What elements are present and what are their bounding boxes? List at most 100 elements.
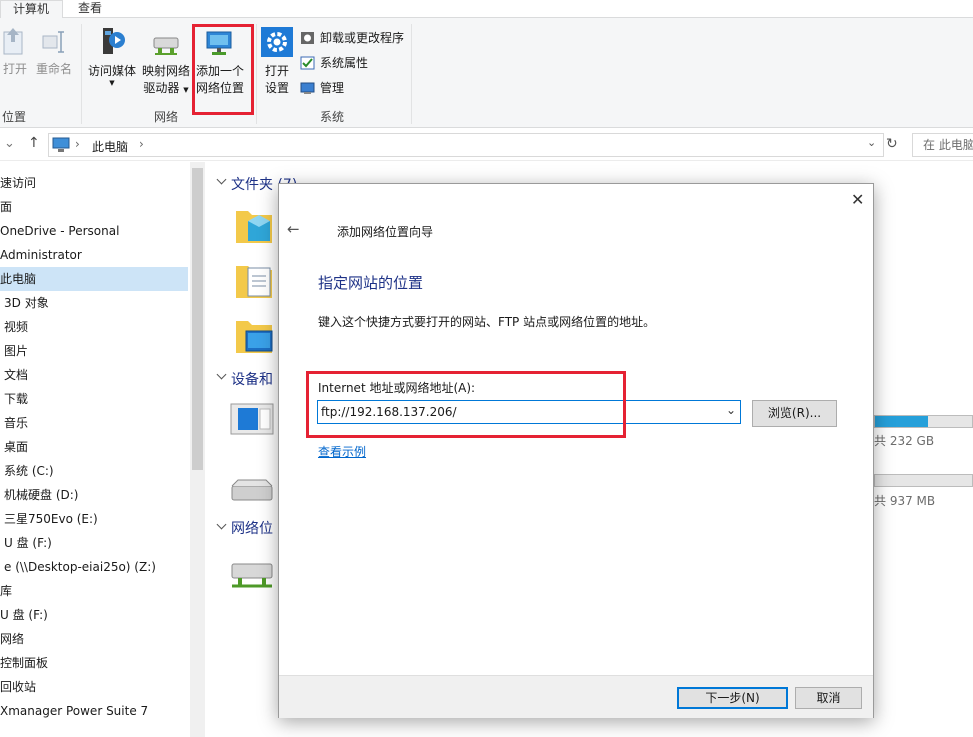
section-devices[interactable]: 设备和 (231, 369, 273, 389)
drive-usage-bar (874, 415, 973, 428)
nav-item[interactable]: 控制面板 (0, 651, 48, 675)
rename-icon (42, 31, 64, 53)
ribbon-tabs: 计算机 查看 (0, 0, 973, 19)
breadcrumb-this-pc[interactable]: 此电脑 (92, 138, 128, 155)
nav-item[interactable]: U 盘 (F:) (0, 531, 52, 555)
network-location-icon[interactable] (228, 556, 276, 596)
access-media-button[interactable]: 访问媒体 ▼ (86, 26, 138, 87)
drive-usage-bar-2 (874, 474, 973, 487)
open-button[interactable]: 打开 (0, 26, 30, 78)
tab-computer[interactable]: 计算机 (0, 0, 63, 19)
address-dropdown-icon[interactable]: ⌄ (867, 136, 876, 149)
media-icon (103, 28, 125, 54)
chevron-right-icon[interactable]: › (139, 137, 144, 151)
nav-item[interactable]: 3D 对象 (0, 291, 49, 315)
map-drive-label-2-row: 驱动器 ▼ (140, 80, 192, 99)
open-icon (3, 28, 23, 55)
separator (81, 24, 82, 124)
nav-item[interactable]: 机械硬盘 (D:) (0, 483, 78, 507)
nav-item[interactable]: 网络 (0, 627, 24, 651)
search-input[interactable]: 在 此电脑 (912, 133, 973, 157)
map-drive-label-2: 驱动器 (143, 81, 180, 95)
highlight-box (192, 24, 254, 115)
nav-item[interactable]: 回收站 (0, 675, 36, 699)
dropdown-arrow-icon: ▼ (109, 79, 115, 87)
nav-item[interactable]: 此电脑 (0, 267, 188, 291)
drive-c-icon[interactable] (230, 403, 274, 437)
nav-item[interactable]: U 盘 (F:) (0, 603, 48, 627)
network-drive-icon (153, 37, 179, 55)
collapse-chevron-icon[interactable] (216, 369, 227, 380)
chevron-down-icon[interactable]: ⌄ (4, 136, 15, 151)
folder-document-icon[interactable] (234, 258, 274, 300)
programs-icon (301, 32, 314, 44)
back-arrow-icon[interactable]: ← (287, 220, 300, 238)
up-arrow-icon[interactable]: ↑ (28, 135, 40, 151)
properties-icon (300, 56, 315, 70)
next-button[interactable]: 下一步(N) (677, 687, 788, 709)
map-drive-label-1: 映射网络 (141, 64, 190, 78)
tab-view[interactable]: 查看 (66, 0, 114, 19)
collapse-chevron-icon[interactable] (216, 519, 227, 530)
nav-item[interactable]: 文档 (0, 363, 28, 387)
nav-item[interactable]: 视频 (0, 315, 28, 339)
highlight-box (306, 371, 626, 438)
wizard-description: 键入这个快捷方式要打开的网站、FTP 站点或网络位置的地址。 (318, 315, 656, 329)
drive-d-icon[interactable] (230, 478, 274, 504)
nav-item[interactable]: 三星750Evo (E:) (0, 507, 98, 531)
drive-usage-fill (875, 416, 929, 427)
manage-button[interactable]: 管理 (300, 78, 344, 98)
map-drive-button[interactable]: 映射网络 驱动器 ▼ (140, 26, 192, 99)
nav-item[interactable]: 下载 (0, 387, 28, 411)
wizard-title: 添加网络位置向导 (337, 225, 434, 239)
nav-item[interactable]: 图片 (0, 339, 28, 363)
rename-label: 重命名 (35, 62, 72, 76)
group-label-system: 系统 (320, 110, 345, 124)
wizard-footer: 下一步(N) 取消 (279, 675, 873, 718)
group-label-location: 位置 (2, 110, 27, 124)
wizard-heading: 指定网站的位置 (318, 274, 424, 292)
address-field[interactable]: › 此电脑 › ⌄ (48, 133, 884, 157)
nav-item[interactable]: Xmanager Power Suite 7 (0, 699, 148, 723)
system-properties-button[interactable]: 系统属性 (300, 53, 368, 73)
uninstall-programs-button[interactable]: 卸载或更改程序 (300, 28, 404, 48)
view-examples-link[interactable]: 查看示例 (318, 443, 366, 460)
ribbon: 打开 重命名 位置 访问媒体 ▼ 映射网络 驱动器 ▼ 添加一个 网络位置 网络… (0, 18, 973, 128)
nav-item[interactable]: 桌面 (0, 435, 28, 459)
cancel-button[interactable]: 取消 (795, 687, 862, 709)
chevron-down-icon[interactable]: ⌄ (726, 403, 736, 417)
nav-item[interactable]: 面 (0, 195, 12, 219)
properties-label: 系统属性 (320, 56, 369, 70)
nav-item[interactable]: OneDrive - Personal (0, 219, 119, 243)
manage-icon (300, 82, 315, 94)
nav-item[interactable]: 库 (0, 579, 12, 603)
group-label-network: 网络 (154, 110, 179, 124)
nav-scrollbar-thumb[interactable] (192, 168, 203, 470)
refresh-icon[interactable]: ↻ (886, 136, 898, 152)
folder-desktop-icon[interactable] (234, 313, 274, 357)
nav-item[interactable]: e (\\Desktop-eiai25o) (Z:) (0, 555, 156, 579)
folder-3d-icon[interactable] (234, 203, 274, 245)
access-media-label: 访问媒体 (87, 64, 136, 78)
nav-item[interactable]: 速访问 (0, 171, 36, 195)
dropdown-arrow-icon: ▼ (183, 86, 189, 94)
section-network-locations[interactable]: 网络位 (231, 518, 273, 538)
collapse-chevron-icon[interactable] (216, 174, 227, 185)
chevron-right-icon[interactable]: › (75, 137, 80, 151)
add-network-location-wizard: ✕ ← 添加网络位置向导 指定网站的位置 键入这个快捷方式要打开的网站、FTP … (278, 183, 874, 718)
close-icon[interactable]: ✕ (851, 190, 864, 209)
nav-item[interactable]: 系统 (C:) (0, 459, 54, 483)
drive-total-1: 共 232 GB (874, 434, 935, 448)
navigation-pane: 速访问面 OneDrive - Personal Administrator 此电脑 3… (0, 162, 205, 737)
manage-label: 管理 (320, 81, 345, 95)
gear-icon (261, 27, 293, 57)
browse-button[interactable]: 浏览(R)... (752, 400, 837, 427)
nav-item[interactable]: 音乐 (0, 411, 28, 435)
rename-button[interactable]: 重命名 (34, 26, 74, 78)
nav-item[interactable]: Administrator (0, 243, 82, 267)
drive-total-2: 共 937 MB (874, 494, 936, 508)
open-settings-button[interactable]: 打开 设置 (260, 26, 294, 97)
uninstall-label: 卸载或更改程序 (320, 31, 405, 45)
separator (256, 24, 257, 124)
open-label: 打开 (2, 62, 27, 76)
